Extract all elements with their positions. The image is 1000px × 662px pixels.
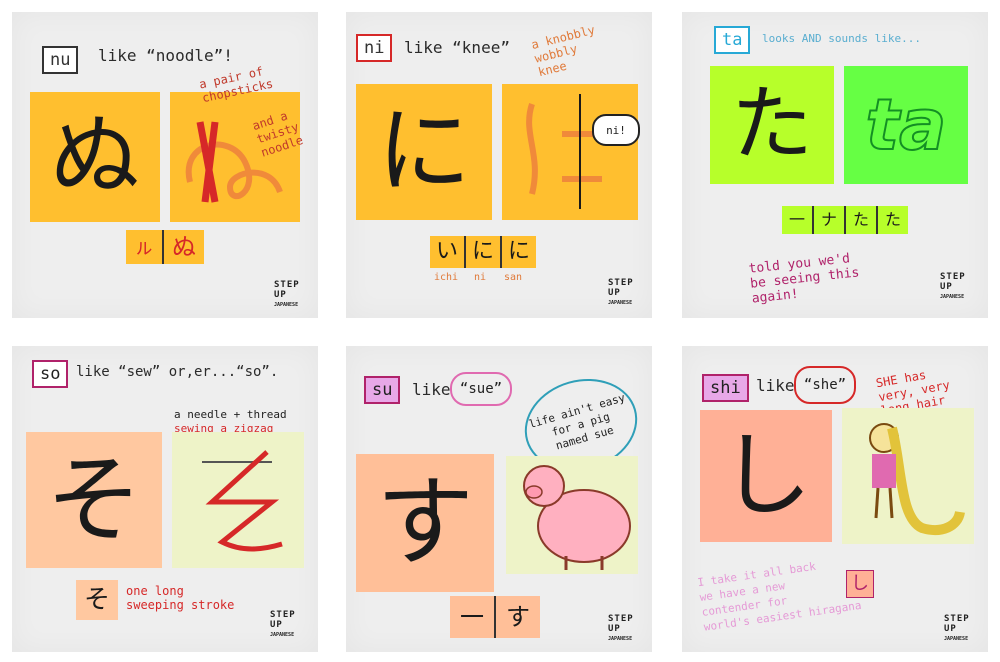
knee-drawing: [526, 94, 602, 209]
speech-bubble: ni!: [592, 114, 640, 146]
card-su: su like “sue” life ain't easy for a pig na…: [346, 346, 652, 652]
step-up-japanese-logo: STEP UP JAPANESE: [944, 614, 970, 642]
step-up-japanese-logo: STEP UP JAPANESE: [274, 280, 300, 308]
stroke-label: ichi: [434, 272, 459, 283]
pronunciation-text: like “noodle”!: [98, 46, 233, 65]
stroke-step: に: [502, 236, 536, 268]
step-up-japanese-logo: STEP UP JAPANESE: [608, 614, 634, 642]
annotation-told-you: told you we'd be seeing this again!: [747, 251, 861, 307]
sticky-note-kana: た: [710, 66, 834, 184]
card-shi: shi like “she” SHE has very, very long hai…: [682, 346, 988, 652]
pronunciation-text: like: [756, 376, 795, 395]
needle-thread-drawing: [202, 450, 283, 552]
romaji-tag: ta: [714, 26, 751, 54]
sticky-note-kana: し: [700, 410, 832, 542]
sticky-note-kana: ぬ: [30, 92, 160, 222]
stroke-step: ナ: [814, 206, 846, 234]
stroke-step: ㇽ: [126, 230, 164, 264]
stroke-step: ぬ: [164, 230, 204, 264]
kana-character: ぬ: [50, 104, 140, 209]
mini-sticky-note: し: [846, 570, 874, 598]
annotation-knee: a knobbly wobbly knee: [529, 22, 597, 80]
stroke-step: 一: [450, 596, 496, 638]
stroke-step: た: [878, 206, 908, 234]
sticky-note-mnemonic: [506, 456, 638, 574]
kana-character: に: [376, 97, 471, 206]
stroke-step: そ: [76, 580, 118, 620]
kana-character: し: [719, 422, 812, 529]
sticky-note-mnemonic: ta: [844, 66, 968, 184]
romaji-tag: so: [32, 360, 69, 388]
sound-bubble: “she”: [794, 366, 856, 404]
stroke-label: san: [504, 272, 523, 283]
stroke-step: に: [466, 236, 502, 268]
sticky-note-kana: す: [356, 454, 494, 592]
sticky-note-mnemonic: [172, 432, 304, 568]
romaji-tag: ni: [356, 34, 393, 62]
sticky-note-kana: そ: [26, 432, 162, 568]
stroke-order-strip: 一 す: [450, 596, 540, 638]
stroke-order-strip: い に に: [430, 236, 536, 268]
bubble-text: life ain't easy for a pig named sue: [527, 391, 627, 453]
pronunciation-text: looks AND sounds like...: [762, 32, 921, 45]
stroke-order-strip: 一 ナ た た: [782, 206, 908, 234]
step-up-japanese-logo: STEP UP JAPANESE: [608, 278, 634, 306]
stroke-step: 一: [782, 206, 814, 234]
stroke-step: た: [846, 206, 878, 234]
pronunciation-text: like “sew” or,er...“so”.: [76, 364, 279, 380]
stroke-step: い: [430, 236, 466, 268]
pronunciation-text: like: [412, 380, 451, 399]
card-nu: nu like “noodle”! ぬ a pair of chopsticks …: [12, 12, 318, 318]
card-so: so like “sew” or,er...“so”. a needle + t…: [12, 346, 318, 652]
step-up-japanese-logo: STEP UP JAPANESE: [270, 610, 296, 638]
sound-bubble: “sue”: [450, 372, 512, 406]
annotation-take-back: I take it all back we have a new contender…: [696, 559, 863, 634]
stroke-order-strip: そ: [76, 580, 118, 620]
kana-character: た: [730, 77, 813, 172]
annotation-stroke: one long sweeping stroke: [126, 584, 235, 612]
romaji-tag: nu: [42, 46, 79, 74]
card-ta: ta looks AND sounds like... た ta 一 ナ た た…: [682, 12, 988, 318]
step-up-japanese-logo: STEP UP JAPANESE: [940, 272, 966, 300]
card-ni: ni like “knee” a knobbly wobbly knee に ni!…: [346, 12, 652, 318]
kana-character: す: [375, 466, 474, 580]
sticky-note-mnemonic: [842, 408, 974, 544]
romaji-tag: su: [364, 376, 401, 404]
stroke-order-strip: ㇽ ぬ: [126, 230, 204, 264]
stroke-label: ni: [474, 272, 487, 283]
stroke-step: す: [496, 596, 540, 638]
latin-letters: ta: [865, 83, 948, 167]
sticky-note-mnemonic: [502, 84, 638, 220]
long-hair-girl-drawing: [869, 423, 965, 535]
kana-character: そ: [46, 444, 142, 556]
pig-drawing: [523, 465, 631, 570]
pronunciation-text: like “knee”: [404, 38, 510, 57]
sticky-note-kana: に: [356, 84, 492, 220]
romaji-tag: shi: [702, 374, 749, 402]
